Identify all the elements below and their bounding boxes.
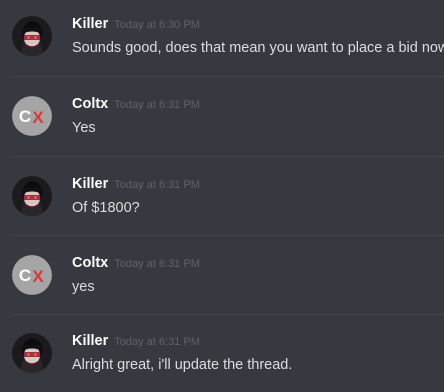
killer-avatar-image [12,176,52,216]
message-text: Yes [72,120,96,136]
coltx-avatar-image: C X [12,255,52,295]
message-author[interactable]: Killer [72,333,108,349]
coltx-avatar[interactable]: C X [12,96,52,136]
message-timestamp: Today at 6:31 PM [114,336,200,348]
message-timestamp: Today at 6:30 PM [114,19,200,31]
message-divider [12,76,444,77]
message-author[interactable]: Coltx [72,96,108,112]
message-author[interactable]: Killer [72,176,108,192]
coltx-avatar-letter-c: C [19,107,31,126]
message-divider [12,156,444,157]
coltx-avatar-letter-x: X [32,267,44,286]
coltx-avatar[interactable]: C X [12,255,52,295]
message-header: Killer Today at 6:31 PM [72,333,200,349]
message-text: Of $1800? [72,200,140,216]
message-divider [12,314,444,315]
killer-avatar[interactable] [12,16,52,56]
coltx-avatar-letter-x: X [32,108,44,127]
message-timestamp: Today at 6:31 PM [114,99,200,111]
message-text: Alright great, i'll update the thread. [72,357,293,373]
message-divider [12,235,444,236]
killer-avatar[interactable] [12,333,52,373]
message-author[interactable]: Killer [72,16,108,32]
message-timestamp: Today at 6:31 PM [114,258,200,270]
message-text: Sounds good, does that mean you want to … [72,40,444,56]
message-author[interactable]: Coltx [72,255,108,271]
coltx-avatar-letter-c: C [19,266,31,285]
killer-avatar-image [12,333,52,373]
message-header: Killer Today at 6:31 PM [72,176,200,192]
message-header: Coltx Today at 6:31 PM [72,255,200,271]
chat-messages: Killer Today at 6:30 PM Sounds good, does… [0,0,444,392]
message-header: Killer Today at 6:30 PM [72,16,200,32]
killer-avatar-image [12,16,52,56]
coltx-avatar-image: C X [12,96,52,136]
message-timestamp: Today at 6:31 PM [114,179,200,191]
message-header: Coltx Today at 6:31 PM [72,96,200,112]
killer-avatar[interactable] [12,176,52,216]
message-text: yes [72,279,95,295]
